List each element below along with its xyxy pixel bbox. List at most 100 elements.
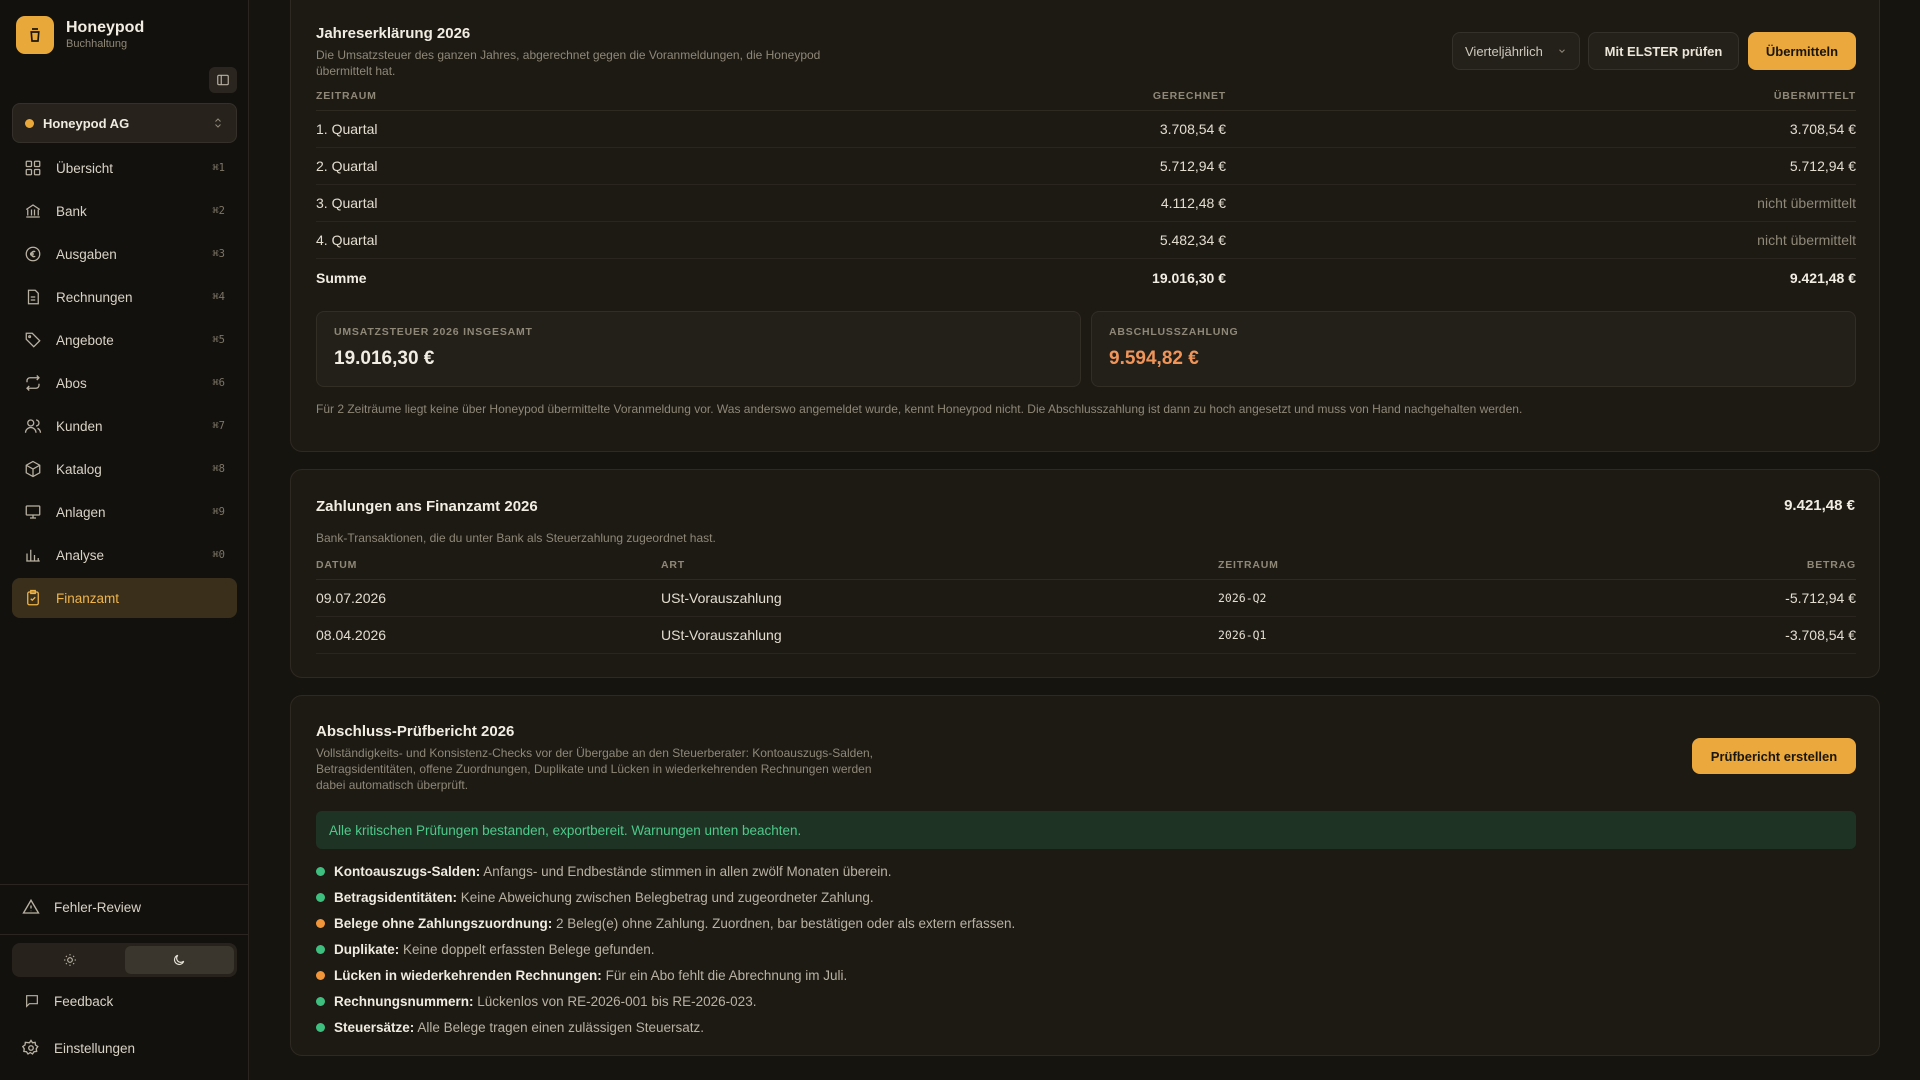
status-dot: [316, 867, 325, 876]
sidebar-item-analyse[interactable]: Analyse ⌘0: [12, 535, 237, 575]
sidebar-item-angebote[interactable]: Angebote ⌘5: [12, 320, 237, 360]
table-row[interactable]: 08.04.2026 USt-Vorauszahlung 2026-Q1 -3.708…: [316, 617, 1856, 654]
cell-period: 2026-Q2: [1218, 591, 1267, 605]
sidebar-item-übersicht[interactable]: Übersicht ⌘1: [12, 148, 237, 188]
brand-subtitle: Buchhaltung: [66, 38, 128, 50]
dark-theme-option[interactable]: [124, 946, 234, 974]
stat-label: ABSCHLUSSZAHLUNG: [1109, 326, 1239, 338]
annual-declaration-card: Jahreserklärung 2026 Die Umsatzsteuer de…: [290, 0, 1880, 452]
sidebar-item-finanzamt[interactable]: Finanzamt: [12, 578, 237, 618]
sidebar-item-fehler-review[interactable]: Fehler-Review: [22, 898, 141, 916]
check-item: Kontoauszugs-Salden: Anfangs- und Endbes…: [316, 864, 892, 879]
cell-period: 2026-Q1: [1218, 628, 1267, 642]
check-text: Steuersätze: Alle Belege tragen einen zu…: [334, 1020, 704, 1035]
payments-description: Bank-Transaktionen, die du unter Bank al…: [316, 531, 716, 545]
check-title: Lücken in wiederkehrenden Rechnungen:: [334, 968, 602, 983]
sidebar-item-bank[interactable]: Bank ⌘2: [12, 191, 237, 231]
sidebar-item-katalog[interactable]: Katalog ⌘8: [12, 449, 237, 489]
check-item: Belege ohne Zahlungszuordnung: 2 Beleg(e…: [316, 916, 1015, 931]
sidebar-item-feedback[interactable]: Feedback: [24, 993, 113, 1009]
table-row: 2. Quartal 5.712,94 € 5.712,94 €: [316, 148, 1856, 185]
shortcut-hint: ⌘6: [212, 377, 225, 389]
sidebar-item-label: Fehler-Review: [54, 899, 142, 915]
tag-icon: [25, 332, 41, 348]
sidebar-item-label: Feedback: [54, 993, 114, 1009]
sidebar-item-anlagen[interactable]: Anlagen ⌘9: [12, 492, 237, 532]
brand[interactable]: Honeypod Buchhaltung: [16, 16, 144, 54]
main-nav: Übersicht ⌘1 Bank ⌘2 Ausgaben ⌘3 Rechnungen ⌘4 A…: [12, 148, 237, 621]
check-detail: Alle Belege tragen einen zulässigen Steu…: [417, 1020, 704, 1035]
shortcut-hint: ⌘0: [212, 549, 225, 561]
check-text: Kontoauszugs-Salden: Anfangs- und Endbes…: [334, 864, 892, 879]
cell-type: USt-Vorauszahlung: [661, 627, 782, 643]
header-date: DATUM: [316, 558, 358, 571]
check-detail: Für ein Abo fehlt die Abrechnung im Juli…: [605, 968, 848, 983]
sidebar-item-rechnungen[interactable]: Rechnungen ⌘4: [12, 277, 237, 317]
divider: [0, 884, 249, 885]
cell-amount: -5.712,94 €: [1785, 590, 1856, 606]
sidebar-item-ausgaben[interactable]: Ausgaben ⌘3: [12, 234, 237, 274]
final-payment-stat: ABSCHLUSSZAHLUNG 9.594,82 €: [1091, 311, 1856, 387]
chart-icon: [26, 549, 40, 562]
check-item: Rechnungsnummern: Lückenlos von RE-2026-…: [316, 994, 756, 1009]
sidebar-item-settings[interactable]: Einstellungen: [22, 1039, 135, 1057]
table-header: DATUM ART ZEITRAUM BETRAG: [316, 550, 1856, 580]
check-text: Duplikate: Keine doppelt erfassten Beleg…: [334, 942, 654, 957]
table-row[interactable]: 09.07.2026 USt-Vorauszahlung 2026-Q2 -5.712…: [316, 580, 1856, 617]
payments-table: DATUM ART ZEITRAUM BETRAG 09.07.2026 USt-…: [316, 550, 1856, 654]
elster-check-button[interactable]: Mit ELSTER prüfen: [1588, 32, 1739, 70]
status-dot: [316, 919, 325, 928]
check-title: Kontoauszugs-Salden:: [334, 864, 481, 879]
period-select-value: Vierteljährlich: [1465, 43, 1543, 59]
repeat-icon: [26, 375, 40, 391]
check-detail: 2 Beleg(e) ohne Zahlung. Zuordnen, bar b…: [556, 916, 1016, 931]
chevron-updown-icon: [215, 118, 221, 128]
submit-button[interactable]: Übermitteln: [1748, 32, 1856, 70]
create-report-button[interactable]: Prüfbericht erstellen: [1692, 738, 1856, 774]
monitor-icon: [25, 505, 41, 519]
chevron-down-icon: [1559, 49, 1565, 53]
honeypot-logo-icon: [16, 16, 54, 54]
grid-icon: [25, 160, 41, 176]
header-submitted: ÜBERMITTELT: [1773, 89, 1856, 102]
check-detail: Keine Abweichung zwischen Belegbetrag un…: [460, 890, 874, 905]
sidebar-item-label: Analyse: [56, 547, 105, 563]
check-text: Belege ohne Zahlungszuordnung: 2 Beleg(e…: [334, 916, 1015, 931]
sidebar-item-abos[interactable]: Abos ⌘6: [12, 363, 237, 403]
collapse-sidebar-button[interactable]: [209, 67, 237, 93]
light-theme-option[interactable]: [15, 946, 125, 974]
check-detail: Keine doppelt erfassten Belege gefunden.: [403, 942, 655, 957]
clipboard-icon: [27, 589, 39, 606]
status-dot: [316, 1023, 325, 1032]
sidebar-item-kunden[interactable]: Kunden ⌘7: [12, 406, 237, 446]
sum-label: Summe: [316, 269, 367, 286]
cell-date: 08.04.2026: [316, 627, 387, 643]
shortcut-hint: ⌘1: [212, 162, 225, 174]
table-header: ZEITRAUM GERECHNET ÜBERMITTELT: [316, 81, 1856, 111]
report-description: Vollständigkeits- und Konsistenz-Checks …: [316, 746, 873, 792]
theme-toggle[interactable]: [12, 943, 237, 977]
sum-row: Summe 19.016,30 € 9.421,48 €: [316, 259, 1856, 296]
sun-icon: [63, 954, 76, 966]
company-selector[interactable]: Honeypod AG: [12, 103, 237, 143]
shortcut-hint: ⌘7: [212, 420, 225, 432]
check-title: Belege ohne Zahlungszuordnung:: [334, 916, 553, 931]
audit-report-card: Abschluss-Prüfbericht 2026 Vollständigke…: [290, 695, 1880, 1056]
cell-type: USt-Vorauszahlung: [661, 590, 782, 606]
sidebar-item-label: Kunden: [56, 418, 103, 434]
cell-computed: 5.712,94 €: [1159, 158, 1226, 174]
sidebar-item-label: Bank: [56, 203, 87, 219]
stat-value: 19.016,30 €: [334, 348, 435, 369]
header-period: ZEITRAUM: [1218, 558, 1279, 571]
check-item: Steuersätze: Alle Belege tragen einen zu…: [316, 1020, 704, 1035]
sidebar-item-label: Angebote: [56, 332, 114, 348]
check-title: Rechnungsnummern:: [334, 994, 474, 1009]
payments-card: Zahlungen ans Finanzamt 2026 9.421,48 € …: [290, 469, 1880, 678]
check-item: Lücken in wiederkehrenden Rechnungen: Fü…: [316, 968, 847, 983]
period-select[interactable]: Vierteljährlich: [1452, 32, 1580, 70]
shortcut-hint: ⌘2: [212, 205, 225, 217]
company-name: Honeypod AG: [43, 115, 130, 131]
sidebar-item-label: Einstellungen: [54, 1040, 136, 1056]
sidebar-item-label: Finanzamt: [56, 590, 120, 606]
table-row: 3. Quartal 4.112,48 € nicht übermittelt: [316, 185, 1856, 222]
